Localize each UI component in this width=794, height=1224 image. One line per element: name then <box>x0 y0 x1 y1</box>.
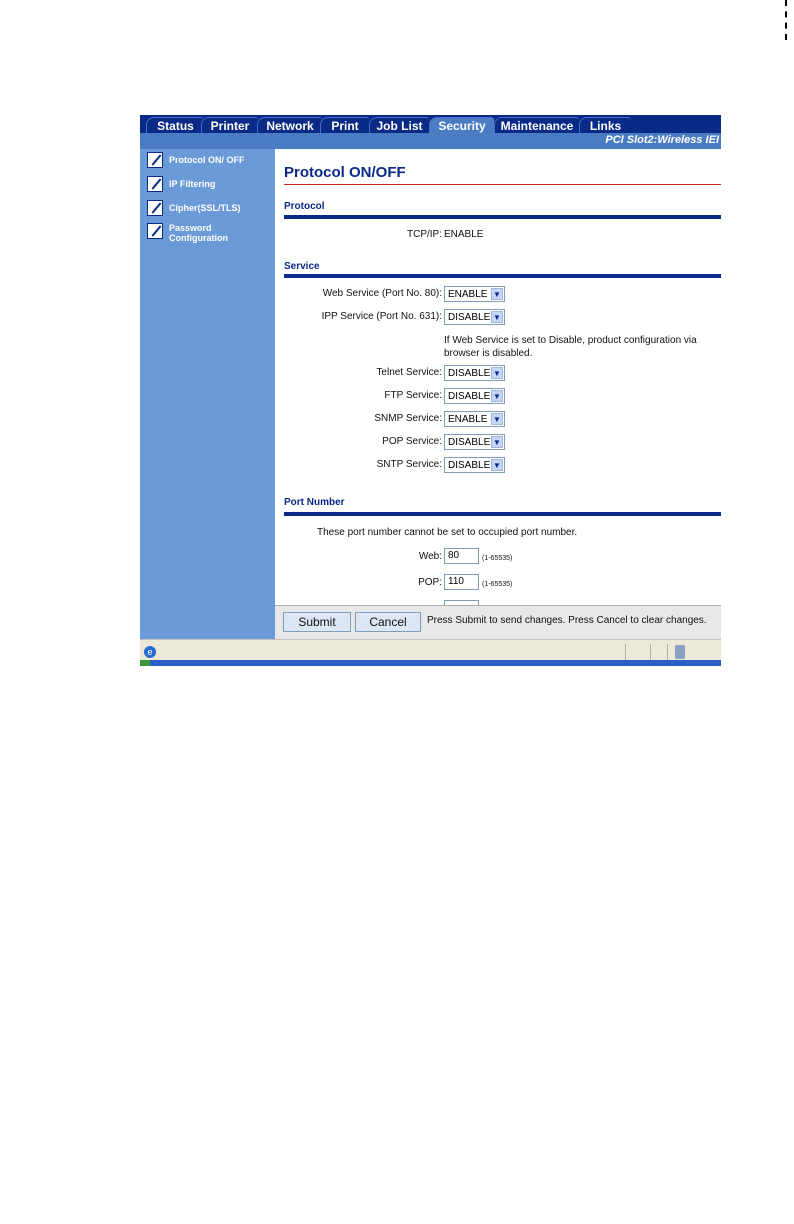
cancel-button[interactable]: Cancel <box>355 612 421 632</box>
sidebar-item-password-configuration[interactable]: Password Configuration <box>147 223 229 243</box>
select-value: DISABLE <box>448 312 491 323</box>
action-bar: Submit Cancel Press Submit to send chang… <box>275 605 721 640</box>
snmp-service-select[interactable]: ENABLE ▼ <box>444 411 505 427</box>
select-value: ENABLE <box>448 289 488 300</box>
tab-bar: Status Printer Network Print Job List Se… <box>140 115 721 133</box>
zone-icon <box>675 645 685 659</box>
browser-screenshot: Status Printer Network Print Job List Se… <box>140 115 721 666</box>
edit-pencil-icon <box>147 176 163 192</box>
section-protocol-label: Protocol <box>284 201 325 212</box>
chevron-down-icon: ▼ <box>491 311 503 323</box>
section-service-label: Service <box>284 261 320 272</box>
title-divider <box>284 184 721 185</box>
pop-port-range: (1-65535) <box>482 581 513 588</box>
ftp-service-select[interactable]: DISABLE ▼ <box>444 388 505 404</box>
sidebar-item-protocol-on-off[interactable]: Protocol ON/ OFF <box>147 152 245 168</box>
tab-job-list[interactable]: Job List <box>369 117 429 133</box>
tcpip-value: ENABLE <box>444 229 484 240</box>
edit-pencil-icon <box>147 152 163 168</box>
sidebar-item-cipher[interactable]: Cipher(SSL/TLS) <box>147 200 241 216</box>
device-bar: PCI Slot2:Wireless IEI <box>140 133 721 149</box>
tab-security[interactable]: Security <box>429 117 494 133</box>
web-port-range: (1-65535) <box>482 555 513 562</box>
tab-printer[interactable]: Printer <box>201 117 258 133</box>
chevron-down-icon: ▼ <box>491 288 503 300</box>
ipp-service-select[interactable]: DISABLE ▼ <box>444 309 505 325</box>
chevron-down-icon: ▼ <box>491 459 503 471</box>
edit-pencil-icon <box>147 200 163 216</box>
ftp-service-label: FTP Service: <box>384 390 442 401</box>
select-value: DISABLE <box>448 368 491 379</box>
ipp-service-label: IPP Service (Port No. 631): <box>321 311 442 322</box>
sidebar-item-ip-filtering[interactable]: IP Filtering <box>147 176 215 192</box>
tcpip-label: TCP/IP: <box>406 229 442 240</box>
select-value: DISABLE <box>448 391 491 402</box>
web-service-label: Web Service (Port No. 80): <box>322 288 442 299</box>
chevron-down-icon: ▼ <box>491 413 503 425</box>
pop-service-label: POP Service: <box>382 436 442 447</box>
sntp-service-label: SNTP Service: <box>376 459 442 470</box>
tab-links[interactable]: Links <box>579 117 631 133</box>
port-note: These port number cannot be set to occup… <box>317 527 578 538</box>
section-divider <box>284 512 721 516</box>
pop-service-select[interactable]: DISABLE ▼ <box>444 434 505 450</box>
edit-pencil-icon <box>147 223 163 239</box>
select-value: ENABLE <box>448 414 488 425</box>
tab-network[interactable]: Network <box>257 117 322 133</box>
web-service-note: If Web Service is set to Disable, produc… <box>444 335 697 359</box>
device-label: PCI Slot2:Wireless IEI <box>605 134 719 146</box>
pop-port-input[interactable]: 110 <box>444 574 479 590</box>
sntp-service-select[interactable]: DISABLE ▼ <box>444 457 505 473</box>
chevron-down-icon: ▼ <box>491 367 503 379</box>
telnet-service-label: Telnet Service: <box>376 367 442 378</box>
section-divider <box>284 215 721 219</box>
pop-port-label: POP: <box>418 577 442 588</box>
sidebar-item-label: IP Filtering <box>169 179 216 189</box>
web-port-input[interactable]: 80 <box>444 548 479 564</box>
tab-status[interactable]: Status <box>146 117 204 133</box>
submit-button[interactable]: Submit <box>283 612 351 632</box>
telnet-service-select[interactable]: DISABLE ▼ <box>444 365 505 381</box>
sidebar-item-label: Cipher(SSL/TLS) <box>169 203 241 213</box>
page-edge-dashed-rule <box>785 0 787 40</box>
main-content: Protocol ON/OFF Protocol TCP/IP: ENABLE … <box>275 149 721 605</box>
taskbar <box>140 660 721 666</box>
internet-explorer-icon: e <box>144 646 156 658</box>
web-port-label: Web: <box>418 551 442 562</box>
tab-print[interactable]: Print <box>320 117 369 133</box>
chevron-down-icon: ▼ <box>491 436 503 448</box>
section-port-number-label: Port Number <box>284 497 345 508</box>
select-value: DISABLE <box>448 460 491 471</box>
section-divider <box>284 274 721 278</box>
start-button[interactable] <box>140 660 150 666</box>
web-service-select[interactable]: ENABLE ▼ <box>444 286 505 302</box>
sidebar-item-label: Password Configuration <box>169 223 228 243</box>
action-note: Press Submit to send changes. Press Canc… <box>427 615 707 626</box>
snmp-service-label: SNMP Service: <box>374 413 442 424</box>
sidebar: Protocol ON/ OFF IP Filtering Cipher(SSL… <box>140 149 275 639</box>
select-value: DISABLE <box>448 437 491 448</box>
page-title: Protocol ON/OFF <box>284 164 406 181</box>
sidebar-item-label: Protocol ON/ OFF <box>169 155 245 165</box>
tab-maintenance[interactable]: Maintenance <box>494 117 579 133</box>
chevron-down-icon: ▼ <box>491 390 503 402</box>
